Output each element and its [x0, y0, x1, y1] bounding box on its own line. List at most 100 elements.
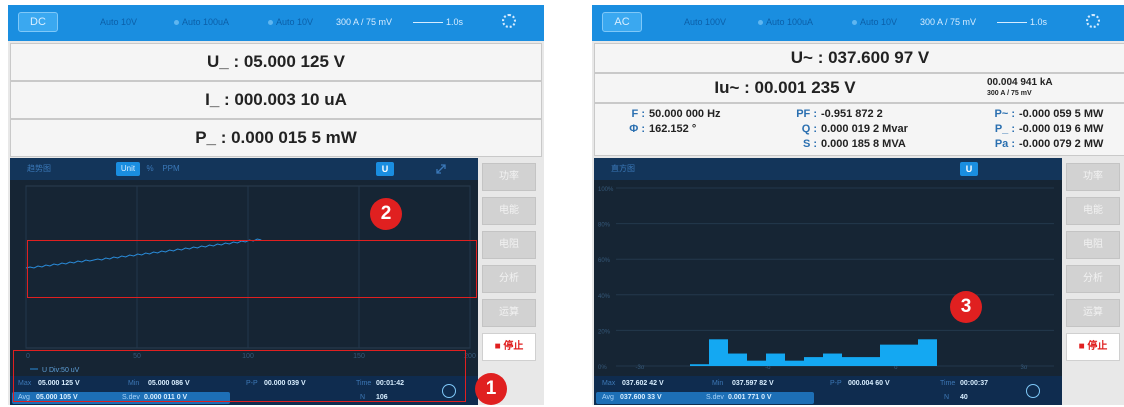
stop-button[interactable]: ■ 停止	[482, 333, 536, 361]
peak-peak-value: 000.004 60 V	[848, 380, 890, 387]
dc-power-value: -0.000 019 6 MW	[1019, 123, 1104, 135]
count-label: N	[944, 394, 950, 401]
current-range-item[interactable]: Auto 100uA	[174, 17, 229, 27]
analysis-button[interactable]: 分析	[1066, 265, 1120, 293]
power-button[interactable]: 功率	[482, 163, 536, 191]
x-tick-label: 3σ	[1020, 365, 1027, 371]
slider-track-icon	[413, 22, 443, 24]
aux-range-item[interactable]: Auto 10V	[852, 17, 897, 27]
ac-power-label: P~ :	[994, 108, 1015, 120]
interval-item[interactable]: 1.0s	[410, 17, 463, 27]
math-button[interactable]: 运算	[1066, 299, 1120, 327]
ac-measurement-panel: AC Auto 100V Auto 100uA Auto 10V 300 A /…	[592, 5, 1124, 405]
time-label: Time	[940, 380, 956, 387]
power-reading: P_ : 0.000 015 5 mW	[10, 119, 542, 157]
dot-icon	[758, 20, 763, 26]
percent-toggle[interactable]: %	[144, 162, 156, 176]
ppm-toggle[interactable]: PPM	[160, 162, 182, 176]
energy-button[interactable]: 电能	[1066, 197, 1120, 225]
histogram-chart-area[interactable]: 100%80%60%40%20%0% -3σ -σ σ 3σ	[594, 180, 1062, 376]
current-range-item[interactable]: Auto 100uA	[758, 17, 813, 27]
top-status-bar: AC Auto 100V Auto 100uA Auto 10V 300 A /…	[592, 5, 1124, 41]
histogram-bar	[728, 353, 747, 366]
ct-ratio[interactable]: 300 A / 75 mV	[920, 17, 976, 27]
frequency-value: 50.000 000 Hz	[649, 108, 721, 120]
phase-value: 162.152 °	[649, 123, 697, 135]
analysis-button[interactable]: 分析	[482, 265, 536, 293]
resistance-button[interactable]: 电阻	[1066, 231, 1120, 259]
avg-label: Avg	[602, 394, 614, 401]
min-label: Min	[712, 380, 724, 387]
power-button[interactable]: 功率	[1066, 163, 1120, 191]
current-range: Auto 100uA	[182, 17, 230, 27]
annotation-badge-2: 2	[370, 198, 402, 230]
frequency-label: F :	[631, 108, 645, 120]
histogram-bar	[918, 339, 937, 366]
max-value: 037.602 42 V	[622, 380, 664, 387]
unit-toggle[interactable]: Unit	[116, 162, 140, 176]
total-power-label: Pa :	[994, 138, 1015, 150]
voltage-range[interactable]: Auto 100V	[684, 17, 726, 27]
voltage-range[interactable]: Auto 10V	[100, 17, 137, 27]
histogram-bar	[823, 353, 842, 366]
mode-badge[interactable]: AC	[602, 12, 642, 32]
y-tick-label: 20%	[598, 329, 611, 335]
annotation-box-2	[27, 240, 477, 298]
sdev-label: S.dev	[706, 394, 724, 401]
count-value: 40	[960, 394, 968, 401]
histogram-bar	[842, 357, 861, 366]
plot-toolbar: 直方图 U	[594, 158, 1062, 180]
resistance-button[interactable]: 电阻	[482, 231, 536, 259]
statistics-bar: Max 037.602 42 V Min 037.597 82 V P-P 00…	[594, 376, 1062, 405]
y-tick-label: 40%	[598, 294, 611, 300]
time-value: 00:00:37	[960, 380, 989, 387]
histogram-bar	[766, 353, 785, 366]
reset-stats-icon[interactable]	[1026, 384, 1040, 398]
y-tick-label: 80%	[598, 223, 611, 229]
dot-icon	[174, 20, 179, 26]
math-button[interactable]: 运算	[482, 299, 536, 327]
max-label: Max	[602, 380, 616, 387]
reactive-power-value: 0.000 019 2 Mvar	[821, 123, 908, 135]
aux-range: Auto 10V	[276, 17, 314, 27]
tab-trend-chart[interactable]: 趋势图	[14, 162, 64, 176]
current-reading: Iu~ : 00.001 235 V	[714, 78, 856, 97]
histogram-bar	[804, 357, 823, 366]
x-tick-label: -3σ	[635, 365, 644, 371]
top-status-bar: DC Auto 10V Auto 100uA Auto 10V 300 A / …	[8, 5, 544, 41]
histogram-bar	[861, 357, 880, 366]
gear-icon[interactable]	[502, 14, 516, 28]
ct-ratio[interactable]: 300 A / 75 mV	[336, 17, 392, 27]
current-range: Auto 100uA	[766, 17, 814, 27]
min-value: 037.597 82 V	[732, 380, 774, 387]
current-converted: 00.004 941 kA	[987, 77, 1053, 88]
mode-badge[interactable]: DC	[18, 12, 58, 32]
aux-range-item[interactable]: Auto 10V	[268, 17, 313, 27]
voltage-reading: U~ : 037.600 97 V	[594, 43, 1124, 73]
histogram-bar	[747, 360, 766, 366]
phase-label: Φ :	[629, 123, 645, 135]
sdev-value: 0.001 771 0 V	[728, 394, 772, 401]
total-power-value: -0.000 079 2 MW	[1019, 138, 1104, 150]
gear-icon[interactable]	[1086, 14, 1100, 28]
dot-icon	[268, 20, 273, 26]
power-factor-label: PF :	[796, 108, 817, 120]
tab-histogram[interactable]: 直方图	[598, 162, 648, 176]
voltage-reading: U_ : 05.000 125 V	[10, 43, 542, 81]
current-ct-note: 300 A / 75 mV	[987, 90, 1032, 97]
annotation-badge-1: 1	[475, 373, 507, 405]
apparent-power-label: S :	[802, 138, 817, 150]
dc-power-label: P_ :	[994, 123, 1015, 135]
histogram-bar	[785, 360, 804, 366]
signal-u-button[interactable]: U	[960, 162, 978, 176]
expand-icon[interactable]	[434, 162, 448, 176]
ac-power-value: -0.000 059 5 MW	[1019, 108, 1104, 120]
annotation-badge-3: 3	[950, 291, 982, 323]
energy-button[interactable]: 电能	[482, 197, 536, 225]
interval-item[interactable]: 1.0s	[994, 17, 1047, 27]
current-reading: I_ : 000.003 10 uA	[10, 81, 542, 119]
y-tick-label: 60%	[598, 258, 611, 264]
signal-u-button[interactable]: U	[376, 162, 394, 176]
histogram-bar	[899, 344, 918, 366]
stop-button[interactable]: ■ 停止	[1066, 333, 1120, 361]
